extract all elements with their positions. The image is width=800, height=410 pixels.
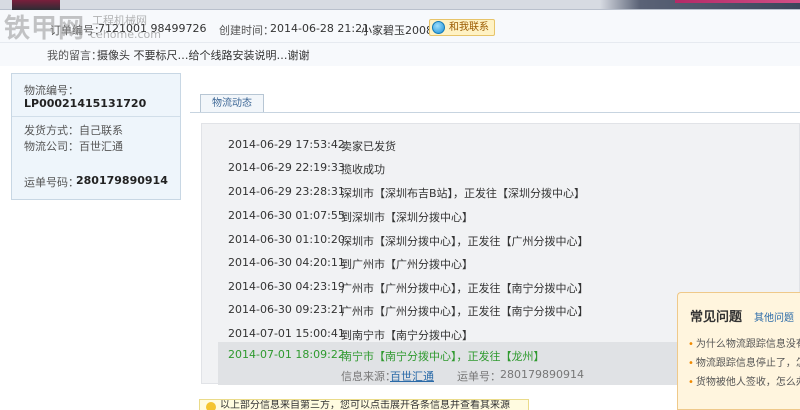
- tracking-time: 2014-06-29 22:19:33: [228, 161, 345, 174]
- product-thumbnail[interactable]: [12, 0, 60, 10]
- tracking-desc: 到南宁市【南宁分拨中心】: [341, 329, 473, 342]
- bullet-icon: •: [688, 358, 694, 369]
- tab-underline: [190, 112, 800, 113]
- tracking-time: 2014-06-30 01:10:20: [228, 233, 345, 246]
- latest-time: 2014-07-01 18:09:22: [228, 348, 345, 361]
- wangwang-chat-icon: [432, 21, 445, 34]
- tracking-row: 2014-06-30 01:07:55 到深圳市【深圳分拨中心】: [202, 204, 800, 226]
- lightbulb-icon: [206, 402, 216, 410]
- faq-item[interactable]: •为什么物流跟踪信息没有更新: [688, 335, 800, 350]
- waybill-value: 280179890914: [76, 174, 168, 187]
- message-value: 摄像头 不要标尺…给个线路安装说明…谢谢: [97, 49, 310, 62]
- tracking-desc: 广州市【广州分拨中心】，正发往【南宁分拨中心】: [341, 305, 589, 318]
- source-waybill-value: 280179890914: [500, 368, 584, 381]
- logistics-number-label: 物流编号：: [24, 84, 79, 97]
- tab-logistics-updates[interactable]: 物流动态: [200, 94, 264, 113]
- banner-stripe: [675, 0, 800, 3]
- tracking-time: 2014-06-30 01:07:55: [228, 209, 345, 222]
- tracking-row: 2014-06-29 22:19:33 揽收成功: [202, 156, 800, 178]
- tracking-desc: 卖家已发货: [341, 140, 396, 153]
- faq-item[interactable]: • 货物被他人签收，怎么办: [688, 373, 800, 388]
- ship-method: 发货方式：自己联系: [24, 124, 123, 137]
- order-info-bar: 订单编号： 7121001 98499726 创建时间： 2014-06-28 …: [0, 10, 800, 66]
- faq-item-text: 物流跟踪信息停止了，怎么办: [695, 358, 800, 369]
- tracking-desc: 到深圳市【深圳分拨中心】: [341, 211, 473, 224]
- bullet-icon: •: [688, 377, 694, 388]
- tracking-desc: 深圳市【深圳分拨中心】，正发往【广州分拨中心】: [341, 235, 589, 248]
- faq-panel: 常见问题 其他问题 •为什么物流跟踪信息没有更新 •物流跟踪信息停止了，怎么办 …: [677, 292, 800, 410]
- source-carrier-link[interactable]: 百世汇通: [390, 368, 434, 384]
- tracking-time: 2014-06-29 23:28:31: [228, 185, 345, 198]
- tracking-row: 2014-06-30 04:20:11 到广州市【广州分拨中心】: [202, 251, 800, 273]
- faq-title: 常见问题: [690, 310, 743, 325]
- tracking-desc: 到广州市【广州分拨中心】: [341, 258, 473, 271]
- side-divider: [12, 116, 180, 117]
- bullet-icon: •: [688, 339, 694, 350]
- faq-item-text: 货物被他人签收，怎么办: [695, 377, 800, 388]
- source-waybill-label: 运单号：: [457, 370, 501, 383]
- logistics-summary-panel: 物流编号： LP00021415131720 发货方式：自己联系 物流公司：百世…: [11, 73, 181, 200]
- faq-more-link[interactable]: 其他问题: [754, 309, 794, 324]
- contact-seller-button[interactable]: 和我联系: [429, 19, 495, 36]
- faq-item[interactable]: •物流跟踪信息停止了，怎么办: [688, 354, 800, 369]
- created-time-value: 2014-06-28 21:21: [270, 22, 370, 35]
- tracking-time: 2014-06-30 09:23:21: [228, 303, 345, 316]
- contact-seller-label: 和我联系: [449, 22, 489, 33]
- top-banner: [0, 0, 800, 10]
- latest-desc: 南宁市【南宁分拨中心】，正发往【龙州】: [341, 350, 545, 363]
- tracking-row: 2014-06-30 01:10:20 深圳市【深圳分拨中心】，正发往【广州分拨…: [202, 228, 800, 250]
- third-party-notice: 以上部分信息来自第三方，您可以点击展开各条信息并查看其来源: [199, 399, 529, 410]
- message-label: 我的留言：: [47, 49, 102, 62]
- order-info-row: 订单编号： 7121001 98499726 创建时间： 2014-06-28 …: [0, 10, 800, 43]
- created-time-label: 创建时间：: [219, 24, 274, 37]
- tracking-desc: 深圳市【深圳布吉B站】，正发往【深圳分拨中心】: [341, 187, 586, 200]
- tracking-row: 2014-06-29 17:53:42 卖家已发货: [202, 133, 800, 155]
- notice-text: 以上部分信息来自第三方，您可以点击展开各条信息并查看其来源: [220, 400, 510, 410]
- tracking-time: 2014-07-01 15:00:41: [228, 327, 345, 340]
- tracking-desc: 广州市【广州分拨中心】，正发往【南宁分拨中心】: [341, 282, 589, 295]
- order-number-label: 订单编号：: [50, 24, 105, 37]
- tracking-time: 2014-06-30 04:20:11: [228, 256, 345, 269]
- order-number-value: 7121001 98499726: [98, 22, 207, 35]
- waybill-label: 运单号码：: [24, 176, 79, 189]
- logistics-number-value: LP00021415131720: [24, 97, 147, 110]
- faq-item-text: 为什么物流跟踪信息没有更新: [695, 339, 800, 350]
- tracking-desc: 揽收成功: [341, 163, 385, 176]
- source-label: 信息来源：: [341, 370, 396, 383]
- tracking-time: 2014-06-29 17:53:42: [228, 138, 345, 151]
- tracking-time: 2014-06-30 04:23:19: [228, 280, 345, 293]
- ship-company: 物流公司：百世汇通: [24, 140, 123, 153]
- tracking-row: 2014-06-29 23:28:31 深圳市【深圳布吉B站】，正发往【深圳分拨…: [202, 180, 800, 202]
